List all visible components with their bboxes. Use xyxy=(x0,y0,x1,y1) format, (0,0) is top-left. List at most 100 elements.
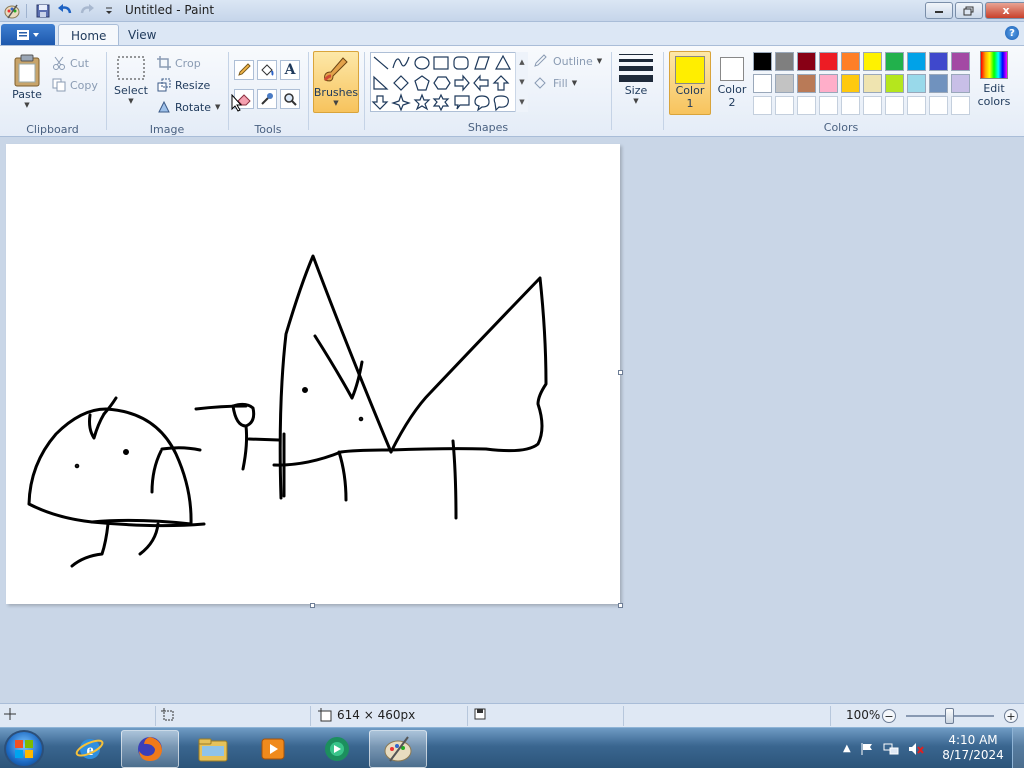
palette-swatch[interactable] xyxy=(797,52,816,71)
shapes-expand-icon[interactable]: ▼ xyxy=(519,98,524,106)
stroke-left-antenna xyxy=(102,396,118,416)
cut-button[interactable]: Cut xyxy=(52,56,89,70)
palette-swatch[interactable] xyxy=(797,74,816,93)
save-icon[interactable] xyxy=(33,1,53,21)
minimize-button[interactable] xyxy=(925,2,953,19)
shapes-scrollbar[interactable]: ▲ ▼ ▼ xyxy=(515,52,528,112)
start-button[interactable] xyxy=(4,730,44,768)
custom-color-slot[interactable] xyxy=(841,96,860,115)
tab-view[interactable]: View xyxy=(116,24,168,45)
volume-muted-icon[interactable] xyxy=(908,742,924,756)
palette-swatch[interactable] xyxy=(753,52,772,71)
custom-color-slot[interactable] xyxy=(951,96,970,115)
paint-app-icon[interactable] xyxy=(2,1,22,21)
zoom-slider-thumb[interactable] xyxy=(945,708,954,724)
palette-swatch[interactable] xyxy=(951,52,970,71)
custom-color-slot[interactable] xyxy=(819,96,838,115)
network-icon[interactable] xyxy=(883,742,899,756)
system-clock[interactable]: 4:10 AM 8/17/2024 xyxy=(940,733,1006,763)
line-shape-icon xyxy=(373,56,389,70)
custom-color-slot[interactable] xyxy=(885,96,904,115)
outline-dropdown-icon[interactable]: ▼ xyxy=(597,57,602,65)
six-point-star-shape-icon xyxy=(432,93,450,112)
fill-button[interactable]: Fill ▼ xyxy=(533,76,577,90)
shapes-scroll-up-icon[interactable]: ▲ xyxy=(519,58,524,66)
shapes-gallery[interactable] xyxy=(370,52,528,112)
taskbar-internet-explorer[interactable]: e xyxy=(61,730,119,768)
color-picker-tool[interactable] xyxy=(257,89,277,109)
custom-color-slot[interactable] xyxy=(907,96,926,115)
select-button[interactable]: Select ▼ xyxy=(113,54,149,105)
show-desktop-button[interactable] xyxy=(1012,728,1024,768)
app-menu-button[interactable] xyxy=(1,24,55,45)
palette-swatch[interactable] xyxy=(841,52,860,71)
fill-dropdown-icon[interactable]: ▼ xyxy=(572,79,577,87)
folder-icon xyxy=(198,738,228,762)
paste-button[interactable]: Paste ▼ xyxy=(8,54,46,109)
outline-button[interactable]: Outline ▼ xyxy=(533,54,602,68)
magnifier-tool[interactable] xyxy=(280,89,300,109)
edit-colors-button[interactable]: Edit colors xyxy=(976,51,1012,108)
palette-swatch[interactable] xyxy=(929,52,948,71)
palette-swatch[interactable] xyxy=(863,74,882,93)
restore-button[interactable] xyxy=(955,2,983,19)
color2-button[interactable]: Color 2 xyxy=(713,51,751,115)
action-center-flag-icon[interactable] xyxy=(860,742,874,756)
palette-swatch[interactable] xyxy=(819,74,838,93)
help-icon[interactable]: ? xyxy=(1005,26,1019,40)
select-dropdown-icon[interactable]: ▼ xyxy=(128,97,133,105)
palette-swatch[interactable] xyxy=(863,52,882,71)
palette-swatch[interactable] xyxy=(775,52,794,71)
rotate-label: Rotate xyxy=(175,100,212,114)
color1-button[interactable]: Color 1 xyxy=(669,51,711,115)
zoom-out-button[interactable]: − xyxy=(882,709,896,723)
resize-handle-bottom[interactable] xyxy=(310,603,315,608)
custom-color-slot[interactable] xyxy=(753,96,772,115)
custom-color-slot[interactable] xyxy=(797,96,816,115)
rotate-button[interactable]: Rotate ▼ xyxy=(157,100,220,114)
close-button[interactable]: x xyxy=(985,2,1024,19)
fill-tool[interactable] xyxy=(257,60,277,80)
pencil-tool[interactable] xyxy=(234,60,254,80)
palette-swatch[interactable] xyxy=(885,52,904,71)
brushes-dropdown-icon[interactable]: ▼ xyxy=(333,99,338,107)
brushes-button[interactable]: Brushes ▼ xyxy=(313,51,359,113)
taskbar-media-player[interactable] xyxy=(244,730,302,768)
paste-dropdown-icon[interactable]: ▼ xyxy=(24,101,29,109)
copy-button[interactable]: Copy xyxy=(52,78,98,92)
resize-button[interactable]: Resize xyxy=(157,78,210,92)
palette-swatch[interactable] xyxy=(775,74,794,93)
show-hidden-icons-icon[interactable]: ▲ xyxy=(843,743,851,754)
palette-swatch[interactable] xyxy=(885,74,904,93)
palette-swatch[interactable] xyxy=(929,74,948,93)
tab-home[interactable]: Home xyxy=(58,24,120,45)
customize-qat-icon[interactable] xyxy=(99,1,119,21)
palette-swatch[interactable] xyxy=(907,74,926,93)
text-tool[interactable]: A xyxy=(280,60,300,80)
palette-swatch[interactable] xyxy=(841,74,860,93)
taskbar-firefox[interactable] xyxy=(121,730,179,768)
shapes-scroll-down-icon[interactable]: ▼ xyxy=(519,78,524,86)
palette-swatch[interactable] xyxy=(753,74,772,93)
palette-swatch[interactable] xyxy=(951,74,970,93)
colors-group-label: Colors xyxy=(823,121,859,134)
custom-color-slot[interactable] xyxy=(863,96,882,115)
crop-button[interactable]: Crop xyxy=(157,56,201,70)
palette-swatch[interactable] xyxy=(907,52,926,71)
resize-handle-corner[interactable] xyxy=(618,603,623,608)
redo-icon[interactable] xyxy=(77,1,97,21)
size-dropdown-icon[interactable]: ▼ xyxy=(633,97,638,105)
custom-color-slot[interactable] xyxy=(775,96,794,115)
size-button[interactable]: Size ▼ xyxy=(614,52,658,105)
taskbar-paint[interactable] xyxy=(369,730,427,768)
taskbar-media-center[interactable] xyxy=(308,730,366,768)
undo-icon[interactable] xyxy=(55,1,75,21)
taskbar-file-explorer[interactable] xyxy=(184,730,242,768)
custom-color-slot[interactable] xyxy=(929,96,948,115)
resize-handle-right[interactable] xyxy=(618,370,623,375)
zoom-in-button[interactable]: + xyxy=(1004,709,1018,723)
palette-swatch[interactable] xyxy=(819,52,838,71)
rotate-dropdown-icon[interactable]: ▼ xyxy=(215,103,220,111)
drawing-canvas[interactable] xyxy=(6,144,620,604)
rounded-callout-shape-icon xyxy=(454,95,470,110)
